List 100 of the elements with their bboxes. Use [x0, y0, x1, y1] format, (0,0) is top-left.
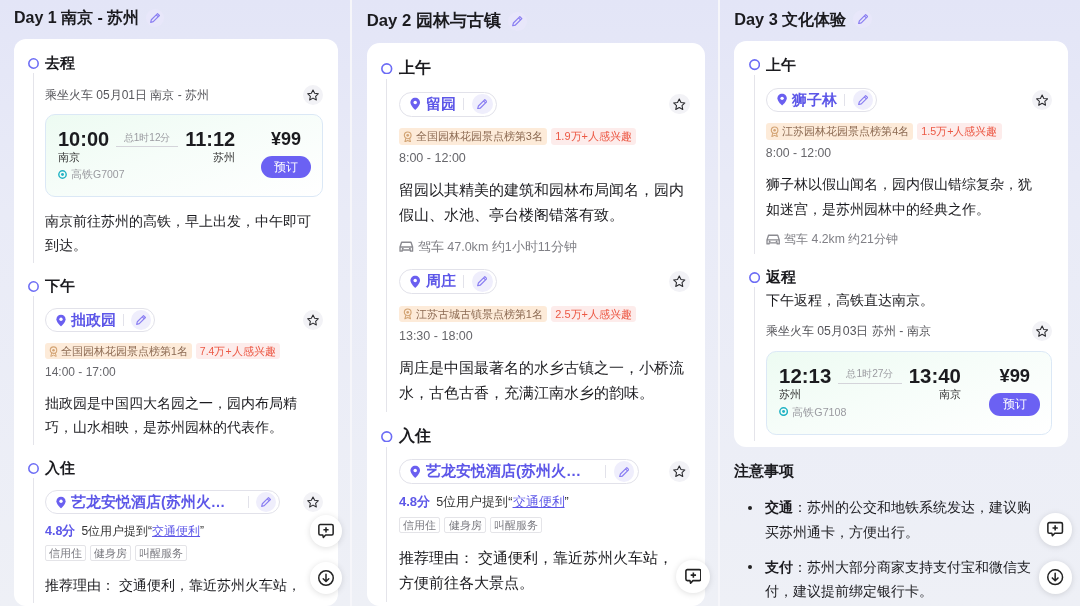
favorite-button[interactable] — [1032, 89, 1053, 110]
star-icon — [1036, 325, 1049, 338]
medal-icon — [403, 130, 413, 143]
place-description: 拙政园是中国四大名园之一，园内布局精巧，山水相映，是苏州园林的代表作。 — [45, 394, 298, 437]
location-pin-icon — [56, 313, 66, 327]
pencil-icon — [857, 94, 868, 105]
section-heading: 入住 — [399, 425, 431, 446]
book-button[interactable]: 预订 — [989, 393, 1041, 416]
price-text: ¥99 — [270, 128, 301, 150]
favorite-button[interactable] — [303, 492, 323, 512]
departure-time: 10:00 — [58, 128, 110, 150]
edit-button[interactable] — [256, 492, 277, 512]
place-description: 周庄是中国最著名的水乡古镇之一，小桥流水，古色古香，充满江南水乡的韵味。 — [398, 358, 685, 403]
download-button[interactable] — [1039, 561, 1072, 594]
mention-link[interactable]: 交通便利 — [512, 494, 565, 509]
pencil-icon — [857, 14, 868, 25]
favorite-button[interactable] — [303, 310, 323, 330]
location-pin-icon — [777, 93, 788, 107]
arrival-time: 13:40 — [908, 364, 961, 388]
location-pin-icon — [410, 274, 421, 289]
edit-button[interactable] — [852, 89, 873, 110]
edit-button[interactable] — [131, 310, 151, 330]
edit-button[interactable] — [613, 461, 635, 483]
car-icon — [765, 233, 781, 246]
place-chip[interactable]: 留园 — [398, 91, 497, 117]
arrival-station: 苏州 — [213, 150, 236, 164]
day-title: Day 3 文化体验 — [734, 9, 847, 30]
place-name: 周庄 — [426, 271, 457, 292]
section-heading: 去程 — [45, 53, 75, 73]
star-icon — [307, 496, 319, 508]
place-chip[interactable]: 拙政园 — [45, 308, 155, 332]
timeline-ring-icon — [28, 57, 39, 69]
section-heading: 上午 — [765, 54, 796, 75]
driving-info: 驾车 47.0km 约1小时11分钟 — [417, 238, 577, 256]
place-chip[interactable]: 艺龙安悦酒店(苏州火… — [45, 490, 281, 514]
place-chip[interactable]: 周庄 — [398, 269, 497, 295]
edit-button[interactable] — [471, 271, 493, 293]
edit-button[interactable] — [471, 93, 493, 115]
recommendation-text: 推荐理由： 交通便利，靠近苏州火车站， — [45, 576, 301, 595]
book-button[interactable]: 预订 — [261, 156, 311, 178]
favorite-button[interactable] — [668, 461, 690, 483]
section-heading: 返程 — [765, 267, 796, 287]
favorite-button[interactable] — [668, 93, 690, 115]
popularity-badge: 1.5万+人感兴趣 — [917, 123, 1002, 140]
departure-time: 12:13 — [779, 364, 832, 388]
medal-icon — [49, 345, 58, 357]
rank-label: 江苏古城古镇景点榜第1名 — [415, 306, 543, 322]
chat-plus-icon — [684, 568, 702, 586]
opening-hours: 8:00 - 12:00 — [765, 144, 832, 161]
download-icon — [318, 570, 334, 586]
favorite-button[interactable] — [1032, 321, 1053, 342]
day-title: Day 1 南京 - 苏州 — [14, 8, 140, 28]
train-number: 高铁G7007 — [71, 167, 125, 181]
recommendation-text: 推荐理由： 交通便利，靠近苏州火车站，方便前往各大景点。 — [398, 548, 675, 593]
arrival-station: 南京 — [938, 387, 961, 402]
rank-label: 江苏园林花园景点榜第4名 — [782, 124, 910, 140]
train-icon — [58, 169, 67, 179]
place-name: 艺龙安悦酒店(苏州火… — [426, 461, 582, 482]
train-number: 高铁G7108 — [792, 404, 847, 419]
timeline-ring-icon — [28, 462, 39, 474]
popularity-badge: 7.4万+人感兴趣 — [195, 343, 280, 359]
comment-button[interactable] — [1039, 513, 1072, 546]
timeline-ring-icon — [381, 62, 393, 75]
star-icon — [1036, 93, 1049, 106]
opening-hours: 13:30 - 18:00 — [398, 327, 473, 345]
amenity-tag: 信用住 — [45, 545, 86, 561]
favorite-button[interactable] — [303, 85, 323, 105]
place-description: 留园以其精美的建筑和园林布局闻名，园内假山、水池、亭台楼阁错落有致。 — [398, 181, 685, 226]
notes-heading: 注意事项 — [734, 460, 796, 481]
mention-link[interactable]: 交通便利 — [152, 523, 201, 538]
note-text: 支付：苏州大部分商家支持支付宝和微信支付，建议提前绑定银行卡。 — [764, 557, 1032, 602]
duration-text: 总1时27分 — [846, 368, 894, 381]
opening-hours: 14:00 - 17:00 — [45, 364, 116, 380]
rating-score: 4.8分 — [398, 493, 431, 512]
amenity-tag: 叫醒服务 — [135, 545, 187, 561]
amenity-tag: 健身房 — [90, 545, 131, 561]
star-icon — [307, 314, 319, 326]
rank-label: 全国园林花园景点榜第3名 — [415, 129, 543, 145]
timeline-ring-icon — [748, 271, 760, 283]
price-text: ¥99 — [999, 364, 1031, 388]
location-pin-icon — [410, 464, 421, 479]
favorite-button[interactable] — [668, 271, 690, 293]
edit-button[interactable] — [146, 9, 165, 27]
route-text: 乘坐火车 05月03日 苏州 - 南京 — [765, 322, 931, 340]
pencil-icon — [476, 276, 488, 287]
pencil-icon — [150, 13, 161, 23]
download-icon — [1047, 569, 1064, 586]
place-name: 艺龙安悦酒店(苏州火… — [71, 493, 226, 512]
description-text: 下午返程，高铁直达南京。 — [765, 291, 935, 311]
place-chip[interactable]: 狮子林 — [765, 87, 877, 112]
departure-station: 苏州 — [779, 387, 802, 402]
chat-plus-icon — [318, 523, 334, 539]
timeline-ring-icon — [748, 59, 760, 71]
pencil-icon — [512, 16, 523, 27]
star-icon — [673, 97, 686, 111]
popularity-badge: 1.9万+人感兴趣 — [551, 128, 637, 145]
location-pin-icon — [410, 97, 421, 111]
mention-text: 5位用户提到“交通便利” — [81, 522, 205, 540]
place-chip[interactable]: 艺龙安悦酒店(苏州火… — [398, 459, 639, 485]
amenity-tag: 信用住 — [398, 516, 441, 534]
